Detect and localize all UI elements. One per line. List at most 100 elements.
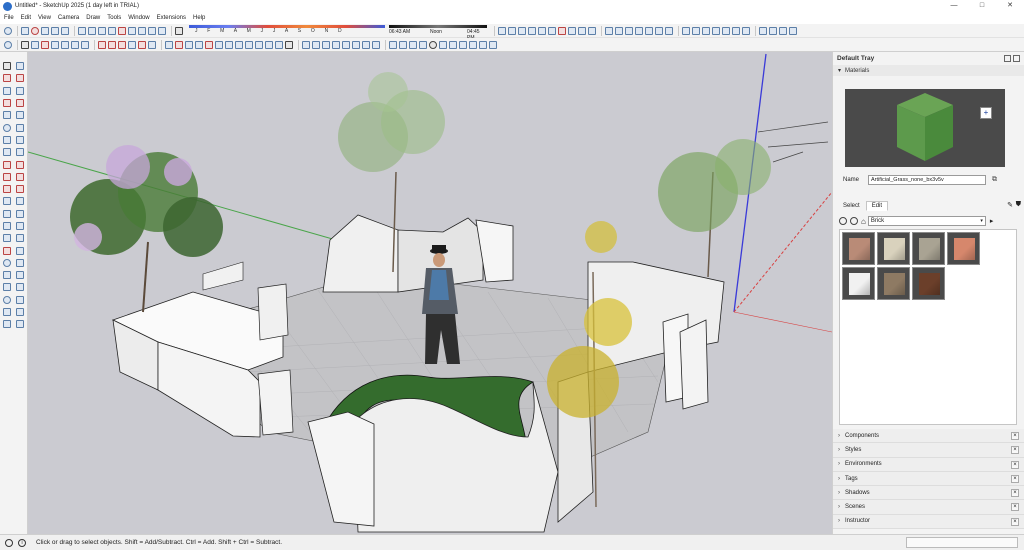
panel-instructor[interactable]: › Instructor × (833, 514, 1024, 530)
layout-icon[interactable] (789, 26, 797, 35)
solid-union-icon[interactable] (389, 40, 397, 49)
freehand-tool-icon[interactable] (16, 99, 24, 108)
section-fill-icon[interactable] (16, 234, 24, 243)
close-icon[interactable]: × (1011, 503, 1019, 512)
rotate-tool-icon[interactable] (3, 172, 11, 181)
redo-icon[interactable] (138, 26, 146, 35)
shaded-textures-icon[interactable] (732, 26, 740, 35)
back-icon[interactable] (839, 217, 847, 225)
scene-icon[interactable] (489, 40, 497, 49)
warehouse-icon[interactable] (759, 26, 767, 35)
follow-me-icon[interactable] (128, 40, 136, 49)
copy-icon[interactable] (88, 26, 96, 35)
orbit-tool-icon[interactable] (225, 40, 233, 49)
rectangle-icon[interactable] (61, 40, 69, 49)
shadows-toggle-icon[interactable] (175, 26, 183, 35)
select-tool-icon[interactable] (3, 62, 11, 71)
flip-edge-icon[interactable] (372, 40, 380, 49)
offset-tool-icon[interactable] (16, 185, 24, 194)
back-view-icon[interactable] (645, 26, 653, 35)
warehouse-palette-icon[interactable] (3, 295, 11, 304)
close-icon[interactable]: × (1011, 517, 1019, 526)
forward-icon[interactable] (850, 217, 858, 225)
menu-draw[interactable]: Draw (86, 15, 100, 21)
material-swatch[interactable] (877, 232, 910, 265)
tape-measure-icon[interactable] (41, 26, 49, 35)
scale-tool-icon[interactable] (3, 185, 11, 194)
three-point-arc-icon[interactable] (3, 148, 11, 157)
undo-icon[interactable] (128, 26, 136, 35)
material-swatch[interactable] (842, 232, 875, 265)
extension-warehouse-icon[interactable] (779, 26, 787, 35)
shaded-icon[interactable] (722, 26, 730, 35)
zoom-extents-palette-icon[interactable] (3, 271, 11, 280)
axes-icon[interactable] (61, 26, 69, 35)
two-point-arc-icon[interactable] (16, 135, 24, 144)
trimble-connect-icon[interactable] (265, 40, 273, 49)
material-swatch[interactable] (842, 267, 875, 300)
offset-icon[interactable] (148, 40, 156, 49)
xray-icon[interactable] (682, 26, 690, 35)
arc-tool-icon[interactable] (3, 135, 11, 144)
create-material-button[interactable]: + (980, 107, 992, 119)
rotated-rectangle-icon[interactable] (16, 111, 24, 120)
position-camera-palette-icon[interactable] (16, 271, 24, 280)
solid-split-palette-icon[interactable] (16, 320, 24, 329)
lasso-icon[interactable] (16, 62, 24, 71)
freehand-icon[interactable] (41, 40, 49, 49)
shadow-date-slider[interactable]: J F M A M J J A S O N D (189, 24, 385, 37)
location-icon[interactable] (4, 26, 12, 35)
panel-components[interactable]: › Components × (833, 429, 1024, 444)
text-icon[interactable] (51, 26, 59, 35)
paste-icon[interactable] (98, 26, 106, 35)
panel-environments[interactable]: › Environments × (833, 457, 1024, 472)
outliner-icon[interactable] (108, 26, 116, 35)
panel-tags[interactable]: › Tags × (833, 471, 1024, 487)
minimize-button[interactable]: — (940, 0, 968, 12)
top-view-icon[interactable] (615, 26, 623, 35)
zoom-palette-icon[interactable] (3, 258, 11, 267)
axes-tool-icon[interactable] (3, 222, 11, 230)
paint-icon[interactable] (3, 74, 11, 83)
menu-view[interactable]: View (38, 15, 51, 21)
solid-subtract-palette-icon[interactable] (16, 308, 24, 317)
polygon-tool-icon[interactable] (16, 123, 24, 132)
select-tool-icon[interactable] (21, 26, 29, 35)
scale-icon[interactable] (138, 40, 146, 49)
push-pull-tool-icon[interactable] (16, 160, 24, 169)
zoom-window-icon[interactable] (528, 26, 536, 35)
materials-panel-header[interactable]: ▾ Materials (833, 65, 1024, 76)
circle-tool-icon[interactable] (3, 123, 11, 132)
style-builder-icon[interactable] (479, 40, 487, 49)
3d-text-tool-icon[interactable] (16, 222, 24, 230)
eraser-icon[interactable] (31, 26, 39, 35)
move-tool-icon[interactable] (3, 160, 11, 169)
pan-palette-icon[interactable] (16, 246, 24, 255)
paint-bucket-icon[interactable] (215, 40, 223, 49)
line-icon[interactable] (31, 40, 39, 49)
monochrome-icon[interactable] (742, 26, 750, 35)
material-swatch[interactable] (877, 267, 910, 300)
circle-icon[interactable] (71, 40, 79, 49)
section-tool-icon[interactable] (3, 234, 11, 243)
solid-trim-palette-icon[interactable] (3, 320, 11, 329)
add-detail-icon[interactable] (362, 40, 370, 49)
right-view-icon[interactable] (635, 26, 643, 35)
sandbox-icon[interactable] (302, 40, 310, 49)
make-component-tool-icon[interactable] (3, 86, 11, 95)
zoom-icon[interactable] (518, 26, 526, 35)
dimension-icon[interactable] (175, 40, 183, 49)
pie-icon[interactable] (16, 148, 24, 157)
print-icon[interactable] (148, 26, 156, 35)
zoom-tool-icon[interactable] (235, 40, 243, 49)
position-camera-icon[interactable] (558, 26, 566, 35)
intersect-icon[interactable] (459, 40, 467, 49)
panel-scenes[interactable]: › Scenes × (833, 500, 1024, 515)
make-component-icon[interactable] (78, 26, 86, 35)
material-swatch[interactable] (912, 267, 945, 300)
pan-icon[interactable] (508, 26, 516, 35)
menu-tools[interactable]: Tools (107, 15, 121, 21)
smoove-icon[interactable] (332, 40, 340, 49)
tray-pin-icon[interactable] (1004, 55, 1011, 62)
tab-select[interactable]: Select (837, 201, 866, 211)
